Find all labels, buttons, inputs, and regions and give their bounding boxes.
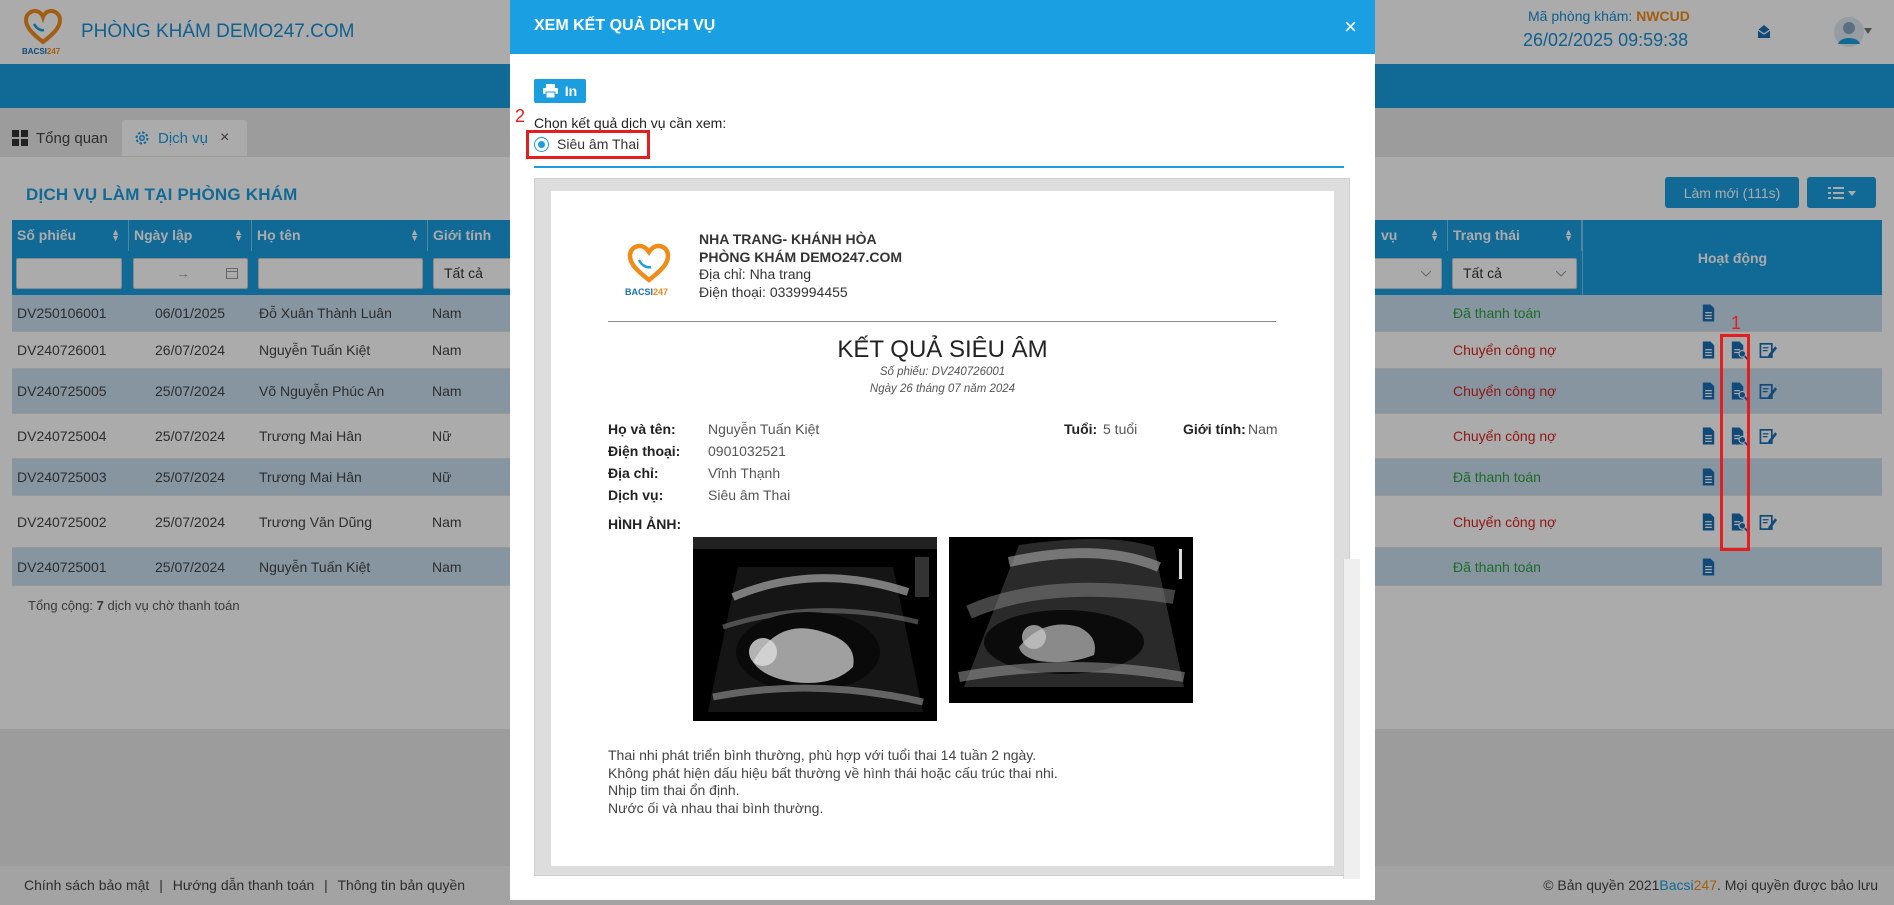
service-name: Siêu âm Thai	[708, 487, 791, 503]
patient-age-label: Tuổi:	[1064, 421, 1098, 437]
logo-wordmark: BACSI247	[625, 287, 668, 297]
printer-icon	[542, 84, 558, 98]
ultrasound-image-1[interactable]	[693, 537, 937, 721]
images-label: HÌNH ẢNH:	[608, 516, 682, 532]
service-label: Dịch vụ:	[608, 487, 664, 503]
report-date: Ngày 26 tháng 07 năm 2024	[869, 383, 1016, 395]
annotation-number-1: 1	[1731, 313, 1742, 333]
modal-title: XEM KẾT QUẢ DỊCH VỤ	[534, 17, 716, 34]
patient-name: Nguyễn Tuấn Kiệt	[708, 421, 820, 437]
report-viewer[interactable]: BACSI247 NHA TRANG- KHÁNH HÒA PHÒNG KHÁM…	[534, 178, 1360, 879]
patient-phone: 0901032521	[708, 443, 786, 459]
annotation-highlight-2	[526, 130, 650, 159]
patient-address: Vĩnh Thạnh	[708, 465, 781, 481]
report-conclusion: Thai nhi phát triển bình thường, phù hợp…	[608, 747, 1058, 817]
report-title: KẾT QUẢ SIÊU ÂM	[837, 336, 1048, 363]
patient-phone-label: Điện thoại:	[608, 443, 681, 459]
report-receipt-number: Số phiếu: DV240726001	[879, 366, 1006, 378]
ultrasound-report: BACSI247 NHA TRANG- KHÁNH HÒA PHÒNG KHÁM…	[551, 191, 1334, 866]
conclusion-line: Nước ối và nhau thai bình thường.	[608, 799, 824, 816]
patient-name-label: Họ và tên:	[608, 421, 676, 437]
viewer-scrollbar[interactable]	[1343, 559, 1360, 879]
print-button[interactable]: In	[534, 79, 586, 103]
annotation-number-2: 2	[515, 106, 526, 126]
patient-sex-label: Giới tính:	[1183, 421, 1246, 437]
bacsi247-logo: BACSI247	[625, 243, 671, 297]
report-org-line1: NHA TRANG- KHÁNH HÒA	[699, 231, 877, 247]
divider	[534, 166, 1344, 168]
annotation-highlight-1	[1720, 334, 1750, 551]
report-clinic-address: Địa chỉ: Nha trang	[699, 266, 812, 282]
patient-sex: Nam	[1248, 421, 1278, 437]
patient-address-label: Địa chỉ:	[608, 465, 659, 481]
report-org-line2: PHÒNG KHÁM DEMO247.COM	[699, 248, 903, 265]
patient-age: 5 tuổi	[1103, 421, 1138, 437]
report-clinic-info: NHA TRANG- KHÁNH HÒA PHÒNG KHÁM DEMO247.…	[699, 231, 902, 301]
close-icon[interactable]: ×	[1344, 16, 1357, 38]
conclusion-line: Nhịp tim thai ổn định.	[608, 782, 740, 798]
print-label: In	[564, 83, 578, 99]
choose-result-label: Chọn kết quả dịch vụ cần xem:	[534, 115, 727, 131]
report-clinic-phone: Điện thoại: 0339994455	[699, 283, 848, 300]
conclusion-line: Không phát hiện dấu hiệu bất thường về h…	[608, 764, 1058, 781]
report-divider	[608, 321, 1276, 322]
modal-header: XEM KẾT QUẢ DỊCH VỤ ×	[510, 0, 1375, 54]
conclusion-line: Thai nhi phát triển bình thường, phù hợp…	[608, 747, 1037, 763]
ultrasound-image-2[interactable]	[949, 537, 1193, 703]
